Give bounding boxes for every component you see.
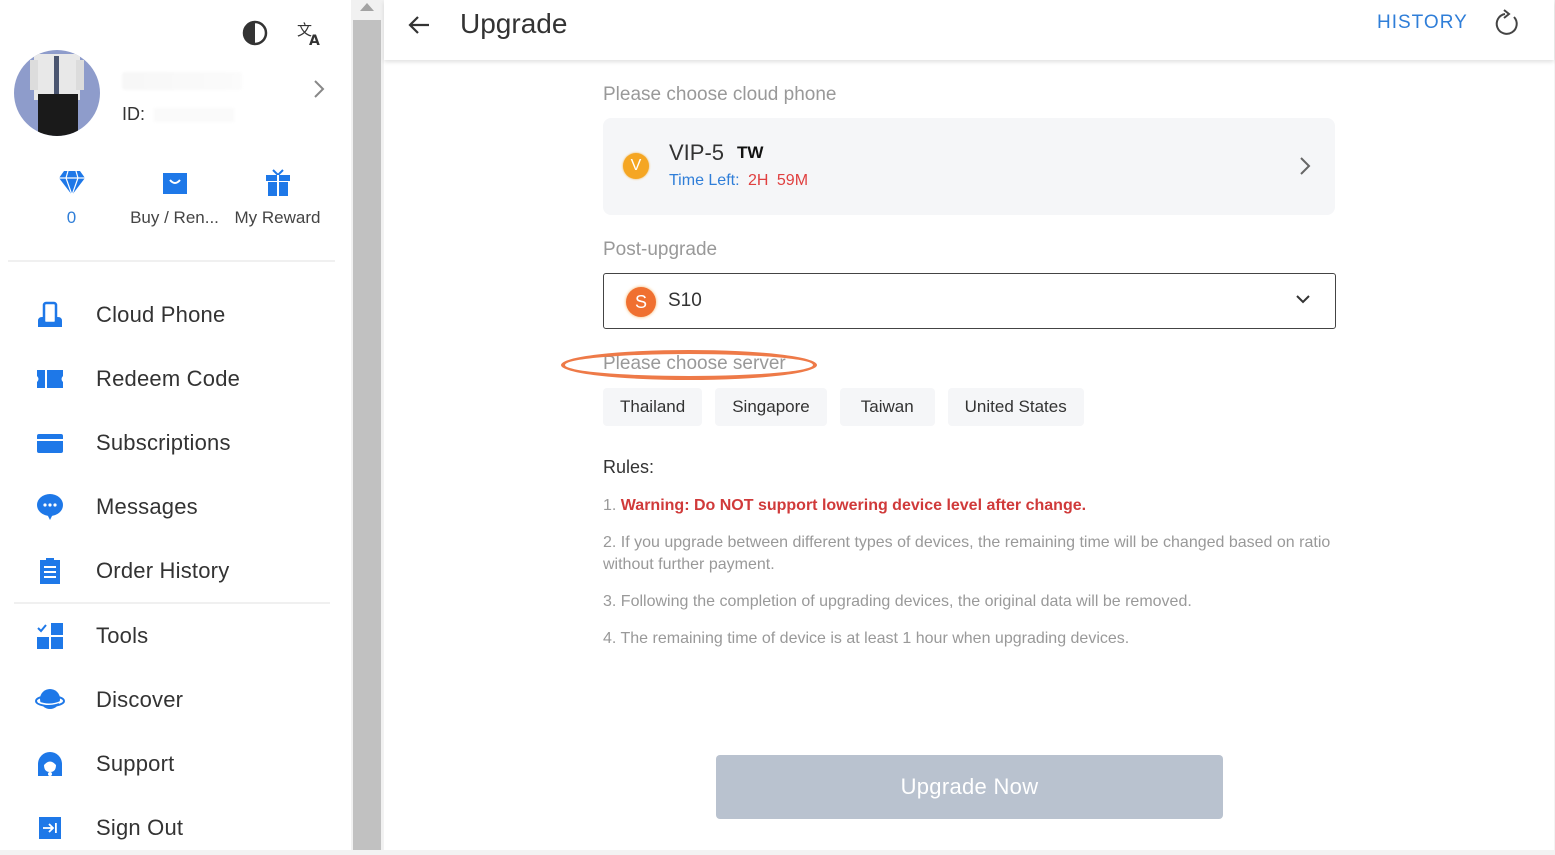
server-option-united-states[interactable]: United States — [947, 388, 1084, 426]
nav-label: Sign Out — [96, 815, 184, 840]
scrollbar-thumb[interactable] — [353, 20, 381, 850]
chevron-right-icon — [1299, 156, 1311, 181]
shopping-bag-icon — [123, 168, 226, 198]
refresh-icon[interactable] — [1492, 9, 1522, 39]
rule-item: 4. The remaining time of device is at le… — [603, 630, 1130, 647]
phone-region: TW — [737, 143, 764, 162]
user-id-redacted — [154, 108, 234, 122]
quick-actions: 0 Buy / Ren... My Reward — [20, 168, 330, 228]
time-left-label: Time Left: — [669, 172, 740, 189]
diamond-icon — [20, 168, 123, 198]
nav-item-discover[interactable]: Discover — [0, 668, 351, 732]
page-title: Upgrade — [460, 8, 568, 39]
buy-renew-label: Buy / Ren... — [130, 208, 219, 227]
rule-item: 3. Following the completion of upgrading… — [603, 593, 1192, 610]
back-arrow-icon[interactable] — [404, 10, 434, 40]
diamonds-button[interactable]: 0 — [20, 168, 123, 228]
diamond-count: 0 — [66, 208, 77, 227]
sign-out-icon — [35, 813, 65, 843]
my-reward-label: My Reward — [234, 208, 321, 227]
rule-item: 2. If you upgrade between different type… — [603, 534, 1331, 573]
app-window: 文A ID: 0 Buy / Ren... My Reward Cloud Ph… — [0, 0, 1555, 855]
svg-text:A: A — [309, 33, 320, 47]
server-option-singapore[interactable]: Singapore — [715, 388, 827, 426]
time-left-minutes: 59M — [776, 172, 809, 189]
s-badge-icon: S — [626, 287, 656, 317]
tools-grid-icon — [35, 621, 65, 651]
nav-item-redeem-code[interactable]: Redeem Code — [0, 347, 351, 411]
nav-label: Redeem Code — [96, 366, 241, 391]
sidebar-scrollbar[interactable] — [351, 0, 383, 850]
ticket-icon — [35, 364, 65, 394]
nav-item-messages[interactable]: Messages — [0, 475, 351, 539]
username-redacted — [122, 72, 242, 90]
vip-badge-icon: V — [623, 153, 649, 179]
rule-warning-text: Warning: Do NOT support lowering device … — [620, 497, 1087, 514]
post-upgrade-select[interactable]: S S10 — [603, 273, 1336, 329]
nav-label: Discover — [96, 687, 184, 712]
cloud-phone-selector[interactable]: V VIP-5 TW Time Left: 2H 59M — [603, 118, 1335, 215]
post-upgrade-label: Post-upgrade — [603, 239, 718, 260]
buy-renew-button[interactable]: Buy / Ren... — [123, 168, 226, 228]
nav-label: Messages — [96, 494, 198, 519]
card-icon — [35, 428, 65, 458]
nav-item-subscriptions[interactable]: Subscriptions — [0, 411, 351, 475]
profile-card[interactable]: ID: — [14, 50, 334, 140]
post-upgrade-value: S10 — [668, 290, 702, 311]
nav-item-cloud-phone[interactable]: Cloud Phone — [0, 283, 351, 347]
nav-item-order-history[interactable]: Order History — [0, 539, 351, 603]
server-option-thailand[interactable]: Thailand — [603, 388, 703, 426]
sidebar: 文A ID: 0 Buy / Ren... My Reward Cloud Ph… — [0, 0, 351, 850]
rule-number: 1. — [603, 497, 621, 514]
choose-server-label: Please choose server — [603, 353, 786, 374]
nav-menu-secondary: Tools Discover Support Sign Out — [0, 604, 351, 850]
nav-menu: Cloud Phone Redeem Code Subscriptions Me… — [0, 283, 351, 603]
user-id-label: ID: — [122, 104, 146, 124]
nav-label: Cloud Phone — [96, 302, 226, 327]
rules-title: Rules: — [603, 457, 655, 477]
chat-icon — [35, 492, 65, 522]
nav-label: Support — [96, 751, 175, 776]
nav-item-tools[interactable]: Tools — [0, 604, 351, 668]
sidebar-top-icons: 文A — [240, 18, 326, 48]
chevron-down-icon — [1295, 292, 1311, 310]
choose-phone-label: Please choose cloud phone — [603, 84, 837, 105]
avatar — [14, 50, 100, 136]
scroll-up-arrow-icon[interactable] — [351, 0, 383, 18]
time-left: Time Left: 2H 59M — [669, 172, 808, 190]
translate-icon[interactable]: 文A — [296, 18, 326, 48]
time-left-hours: 2H — [748, 172, 769, 189]
nav-item-sign-out[interactable]: Sign Out — [0, 796, 351, 850]
planet-icon — [35, 685, 65, 715]
my-reward-button[interactable]: My Reward — [226, 168, 329, 228]
nav-label: Order History — [96, 558, 230, 583]
nav-label: Subscriptions — [96, 430, 231, 455]
nav-item-support[interactable]: Support — [0, 732, 351, 796]
divider — [8, 260, 335, 262]
main-panel: Upgrade HISTORY Please choose cloud phon… — [384, 0, 1554, 850]
chevron-right-icon — [312, 78, 326, 105]
history-button[interactable]: HISTORY — [1377, 12, 1468, 34]
gift-icon — [226, 168, 329, 198]
page-header: Upgrade HISTORY — [384, 0, 1554, 60]
server-option-taiwan[interactable]: Taiwan — [839, 388, 935, 426]
cloud-phone-icon — [35, 300, 65, 330]
phone-name: VIP-5 — [669, 140, 725, 165]
upgrade-now-button[interactable]: Upgrade Now — [716, 755, 1223, 819]
clipboard-icon — [35, 556, 65, 586]
nav-label: Tools — [96, 623, 149, 648]
rule-item: 1. Warning: Do NOT support lowering devi… — [603, 495, 1335, 517]
server-options: Thailand Singapore Taiwan United States — [603, 388, 1084, 426]
theme-toggle-icon[interactable] — [240, 18, 270, 48]
headset-icon — [35, 749, 65, 779]
